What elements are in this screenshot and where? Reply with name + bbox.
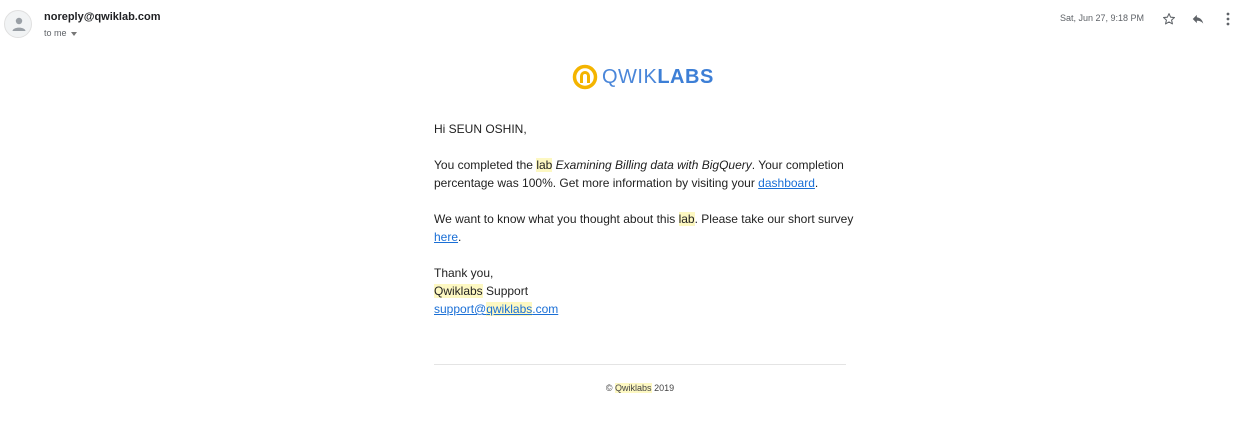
signature-brand: Qwiklabs [434, 284, 483, 298]
qwiklabs-logo: QWIKLABS [572, 63, 714, 91]
survey-link[interactable]: here [434, 230, 458, 244]
footer-divider [434, 364, 846, 365]
email-timestamp: Sat, Jun 27, 9:18 PM [1060, 13, 1145, 23]
reply-icon[interactable] [1189, 10, 1207, 28]
person-icon [12, 17, 26, 31]
email-part-3: .com [532, 302, 559, 316]
recipient-line[interactable]: to me [44, 28, 77, 38]
logo-text-bold: LABS [657, 66, 714, 88]
thanks-line: Thank you, [434, 266, 494, 280]
lab-title: Examining Billing data with BigQuery [555, 158, 752, 172]
footer-brand: Qwiklabs [615, 383, 652, 393]
qwiklabs-logo-icon [572, 64, 598, 90]
survey-text: We want to know what you thought about t… [434, 212, 679, 226]
dashboard-link[interactable]: dashboard [758, 176, 815, 190]
signature: Thank you, Qwiklabs Support support@qwik… [434, 264, 854, 318]
more-vert-icon[interactable] [1219, 10, 1237, 28]
sender-email[interactable]: noreply@qwiklab.com [44, 11, 160, 23]
recipient-label: to me [44, 28, 67, 38]
sender-avatar[interactable] [4, 10, 32, 38]
survey-text-2: . Please take our short survey [694, 212, 854, 226]
survey-paragraph: We want to know what you thought about t… [434, 210, 854, 246]
period-2: . [458, 230, 462, 244]
email-body: Hi SEUN OSHIN, You completed the lab Exa… [434, 120, 854, 318]
star-icon[interactable] [1160, 10, 1178, 28]
email-part-2: qwiklabs [486, 302, 533, 316]
copyright-symbol: © [605, 383, 616, 393]
completion-text: You completed the [434, 158, 537, 172]
highlight-lab-2: lab [678, 212, 695, 226]
completion-paragraph: You completed the lab Examining Billing … [434, 156, 854, 192]
highlight-lab: lab [536, 158, 553, 172]
email-footer: © Qwiklabs 2019 [0, 383, 1242, 393]
support-email-link[interactable]: support@qwiklabs.com [434, 300, 854, 318]
logo-wordmark: QWIKLABS [602, 63, 714, 91]
period: . [814, 176, 819, 190]
email-header: noreply@qwiklab.com to me Sat, Jun 27, 9… [0, 0, 1242, 48]
chevron-down-icon[interactable] [70, 31, 77, 36]
logo-text-light: QWIK [602, 66, 658, 88]
footer-year: 2019 [651, 383, 675, 393]
signature-rest: Support [482, 284, 529, 298]
email-part-1: support@ [434, 302, 487, 316]
greeting: Hi SEUN OSHIN, [434, 122, 527, 136]
signature-line: Qwiklabs Support [434, 282, 854, 300]
